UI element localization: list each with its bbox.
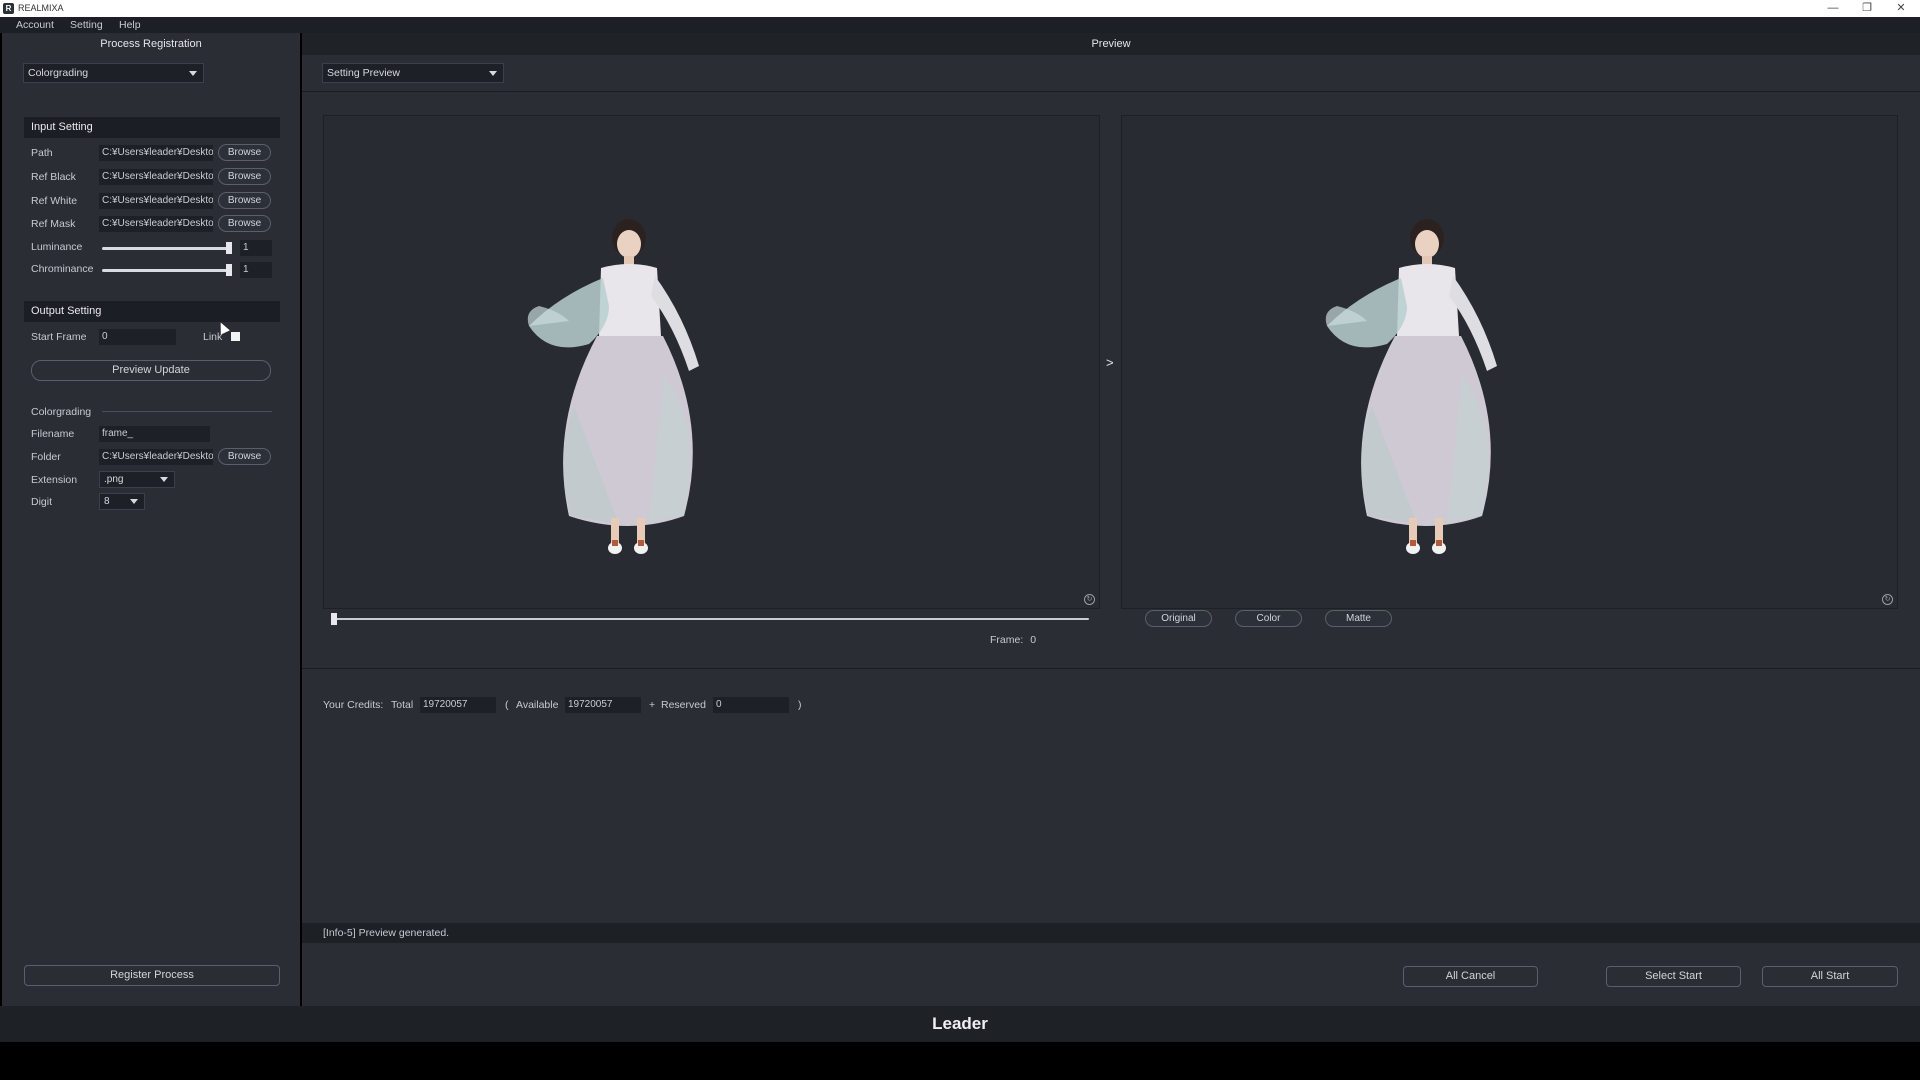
ref-mask-label: Ref Mask bbox=[31, 218, 76, 230]
action-bar: All Cancel Select Start All Start bbox=[302, 943, 1920, 1006]
folder-label: Folder bbox=[31, 451, 61, 463]
start-frame-field[interactable]: 0 bbox=[99, 329, 176, 345]
preview-mode-select[interactable]: Setting Preview bbox=[322, 63, 504, 83]
ref-white-browse-button[interactable]: Browse bbox=[218, 192, 271, 209]
select-start-button[interactable]: Select Start bbox=[1606, 966, 1741, 987]
link-checkbox[interactable] bbox=[231, 332, 240, 341]
menu-setting[interactable]: Setting bbox=[70, 19, 103, 31]
folder-field[interactable]: C:¥Users¥leader¥Desktop bbox=[99, 449, 213, 465]
chrominance-slider-thumb[interactable] bbox=[226, 264, 232, 276]
chevron-down-icon bbox=[130, 499, 138, 504]
original-view-button[interactable]: Original bbox=[1145, 610, 1212, 627]
minimize-icon[interactable]: — bbox=[1816, 0, 1850, 17]
ref-white-field[interactable]: C:¥Users¥leader¥Desktop bbox=[99, 193, 213, 209]
luminance-value-field[interactable]: 1 bbox=[240, 240, 272, 256]
path-label: Path bbox=[31, 147, 53, 159]
credits-available-field: 19720057 bbox=[565, 697, 641, 713]
chevron-down-icon bbox=[489, 71, 497, 76]
path-field[interactable]: C:¥Users¥leader¥Desktop bbox=[99, 145, 213, 161]
close-icon[interactable]: ✕ bbox=[1884, 0, 1918, 17]
panel-title: Process Registration bbox=[100, 38, 202, 50]
start-frame-label: Start Frame bbox=[31, 331, 87, 343]
source-preview-viewer: ↻ bbox=[323, 115, 1100, 609]
chrominance-value-field[interactable]: 1 bbox=[240, 262, 272, 278]
result-preview-image bbox=[1325, 219, 1497, 554]
app-logo-icon: R bbox=[3, 3, 14, 14]
chrominance-label: Chrominance bbox=[31, 263, 94, 275]
ref-black-label: Ref Black bbox=[31, 171, 76, 183]
frame-value: 0 bbox=[1030, 634, 1037, 646]
chevron-down-icon bbox=[189, 71, 197, 76]
frame-slider-thumb[interactable] bbox=[331, 613, 337, 625]
path-browse-button[interactable]: Browse bbox=[218, 144, 271, 161]
frame-readout: Frame: 0 bbox=[990, 634, 1036, 646]
arrow-icon: > bbox=[1106, 355, 1114, 370]
credits-reserved-field: 0 bbox=[713, 697, 789, 713]
process-type-select[interactable]: Colorgrading bbox=[23, 63, 204, 83]
credits-open-paren: ( bbox=[505, 699, 509, 711]
chevron-down-icon bbox=[160, 477, 168, 482]
frame-slider[interactable] bbox=[331, 618, 1089, 620]
maximize-icon[interactable]: ❐ bbox=[1850, 0, 1884, 17]
extension-select[interactable]: .png bbox=[99, 471, 175, 488]
preview-mode-value: Setting Preview bbox=[327, 67, 400, 79]
digit-label: Digit bbox=[31, 496, 53, 508]
luminance-slider[interactable] bbox=[102, 247, 232, 250]
colorgrading-section-label: Colorgrading bbox=[31, 406, 92, 418]
extension-label: Extension bbox=[31, 474, 78, 486]
credits-label: Your Credits: bbox=[323, 699, 384, 711]
filename-field[interactable]: frame_ bbox=[99, 426, 210, 442]
title-bar: R REALMIXA — ❐ ✕ bbox=[0, 0, 1920, 17]
preview-update-button[interactable]: Preview Update bbox=[31, 360, 271, 381]
digit-value: 8 bbox=[104, 496, 110, 507]
credits-available-label: Available bbox=[516, 699, 559, 711]
frame-label: Frame: bbox=[990, 634, 1024, 646]
chrominance-slider[interactable] bbox=[102, 269, 232, 272]
ref-mask-browse-button[interactable]: Browse bbox=[218, 215, 271, 232]
menu-account[interactable]: Account bbox=[16, 19, 54, 31]
ref-white-label: Ref White bbox=[31, 195, 78, 207]
credits-total-field: 19720057 bbox=[420, 697, 496, 713]
status-bar: [Info-5] Preview generated. bbox=[302, 923, 1920, 943]
preview-header: Preview bbox=[302, 33, 1920, 55]
ref-black-field[interactable]: C:¥Users¥leader¥Desktop bbox=[99, 169, 213, 185]
credits-total-label: Total bbox=[391, 699, 414, 711]
credits-close-paren: ) bbox=[798, 699, 802, 711]
preview-toolbar: Setting Preview bbox=[302, 55, 1920, 92]
preview-area: ↻ > ↻ Frame: 0 Original Color Matte bbox=[302, 92, 1920, 668]
digit-select[interactable]: 8 bbox=[99, 493, 145, 510]
input-setting-header: Input Setting bbox=[24, 117, 280, 138]
rotate-icon[interactable]: ↻ bbox=[1882, 594, 1893, 605]
ref-mask-field[interactable]: C:¥Users¥leader¥Desktop bbox=[99, 216, 213, 232]
luminance-label: Luminance bbox=[31, 241, 83, 253]
register-process-button[interactable]: Register Process bbox=[24, 965, 280, 986]
folder-browse-button[interactable]: Browse bbox=[218, 448, 271, 465]
rotate-icon[interactable]: ↻ bbox=[1084, 594, 1095, 605]
filename-label: Filename bbox=[31, 428, 75, 440]
matte-view-button[interactable]: Matte bbox=[1325, 610, 1392, 627]
app-title: REALMIXA bbox=[18, 3, 64, 13]
all-start-button[interactable]: All Start bbox=[1762, 966, 1898, 987]
menu-help[interactable]: Help bbox=[119, 19, 141, 31]
ref-black-browse-button[interactable]: Browse bbox=[218, 168, 271, 185]
extension-value: .png bbox=[104, 474, 124, 485]
brand-footer: Leader bbox=[0, 1006, 1920, 1042]
credits-area: Your Credits: Total 19720057 ( Available… bbox=[302, 668, 1920, 923]
all-cancel-button[interactable]: All Cancel bbox=[1403, 966, 1538, 987]
color-view-button[interactable]: Color bbox=[1235, 610, 1302, 627]
source-preview-image bbox=[527, 219, 699, 554]
credits-reserved-label: Reserved bbox=[661, 699, 706, 711]
process-registration-panel: Process Registration Colorgrading Input … bbox=[2, 33, 300, 1006]
section-divider bbox=[102, 411, 272, 412]
menu-bar: Account Setting Help bbox=[0, 17, 1920, 33]
process-type-value: Colorgrading bbox=[28, 67, 89, 79]
credits-plus: + bbox=[649, 699, 656, 711]
output-setting-header: Output Setting bbox=[24, 301, 280, 322]
luminance-slider-thumb[interactable] bbox=[226, 242, 232, 254]
result-preview-viewer: ↻ bbox=[1121, 115, 1898, 609]
